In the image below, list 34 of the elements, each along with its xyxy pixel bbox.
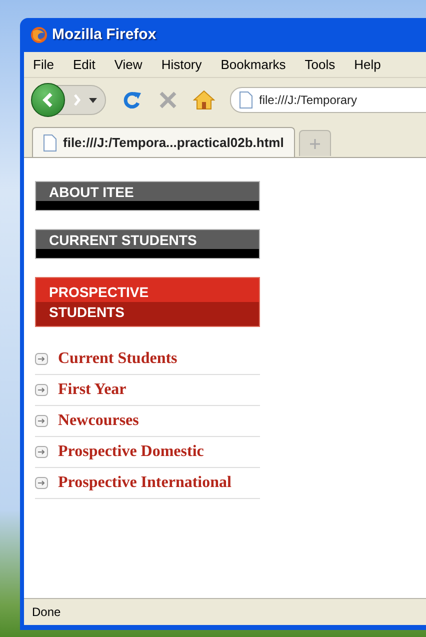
sub-nav-link[interactable]: Newcourses: [58, 409, 139, 433]
tab-label: file:///J:/Tempora...practical02b.html: [63, 134, 284, 152]
home-button[interactable]: [192, 88, 216, 112]
house-icon: [193, 90, 215, 110]
menu-item[interactable]: Tools: [304, 54, 336, 74]
nav-link[interactable]: CURRENT STUDENTS: [35, 229, 260, 259]
menu-item[interactable]: View: [114, 54, 142, 74]
status-text: Done: [32, 604, 61, 620]
new-tab-button[interactable]: [298, 130, 331, 156]
nav-link[interactable]: PROSPECTIVE STUDENTS: [35, 277, 260, 327]
close-icon: [159, 91, 177, 109]
sub-nav-link[interactable]: First Year: [58, 378, 126, 402]
address-field[interactable]: file:///J:/Temporary: [230, 87, 426, 113]
nav-link[interactable]: ABOUT ITEE: [35, 181, 260, 211]
reload-icon: [122, 90, 142, 110]
fox-globe-icon: [30, 26, 48, 44]
address-text: file:///J:/Temporary: [259, 92, 358, 109]
sub-nav-link[interactable]: Prospective Domestic: [58, 440, 204, 464]
plus-icon: [310, 138, 320, 148]
menu-item[interactable]: File: [33, 54, 54, 74]
sub-nav-link[interactable]: Prospective International: [58, 471, 232, 495]
menu-item[interactable]: Edit: [72, 54, 96, 74]
menu-item[interactable]: Help: [354, 54, 381, 74]
window-title: Mozilla Firefox: [52, 24, 156, 45]
menu-item[interactable]: Bookmarks: [220, 54, 286, 74]
back-button[interactable]: [31, 83, 65, 117]
sub-nav-link[interactable]: Current Students: [58, 347, 178, 371]
right-chevron-icon: [72, 94, 82, 106]
menu-item[interactable]: History: [161, 54, 202, 74]
browser-tab[interactable]: file:///J:/Tempora...practical02b.html: [32, 127, 295, 157]
left-chevron-icon: [41, 92, 55, 108]
page-icon: [239, 91, 253, 109]
dropdown-caret-icon[interactable]: [89, 98, 97, 102]
page-icon: [43, 134, 57, 152]
